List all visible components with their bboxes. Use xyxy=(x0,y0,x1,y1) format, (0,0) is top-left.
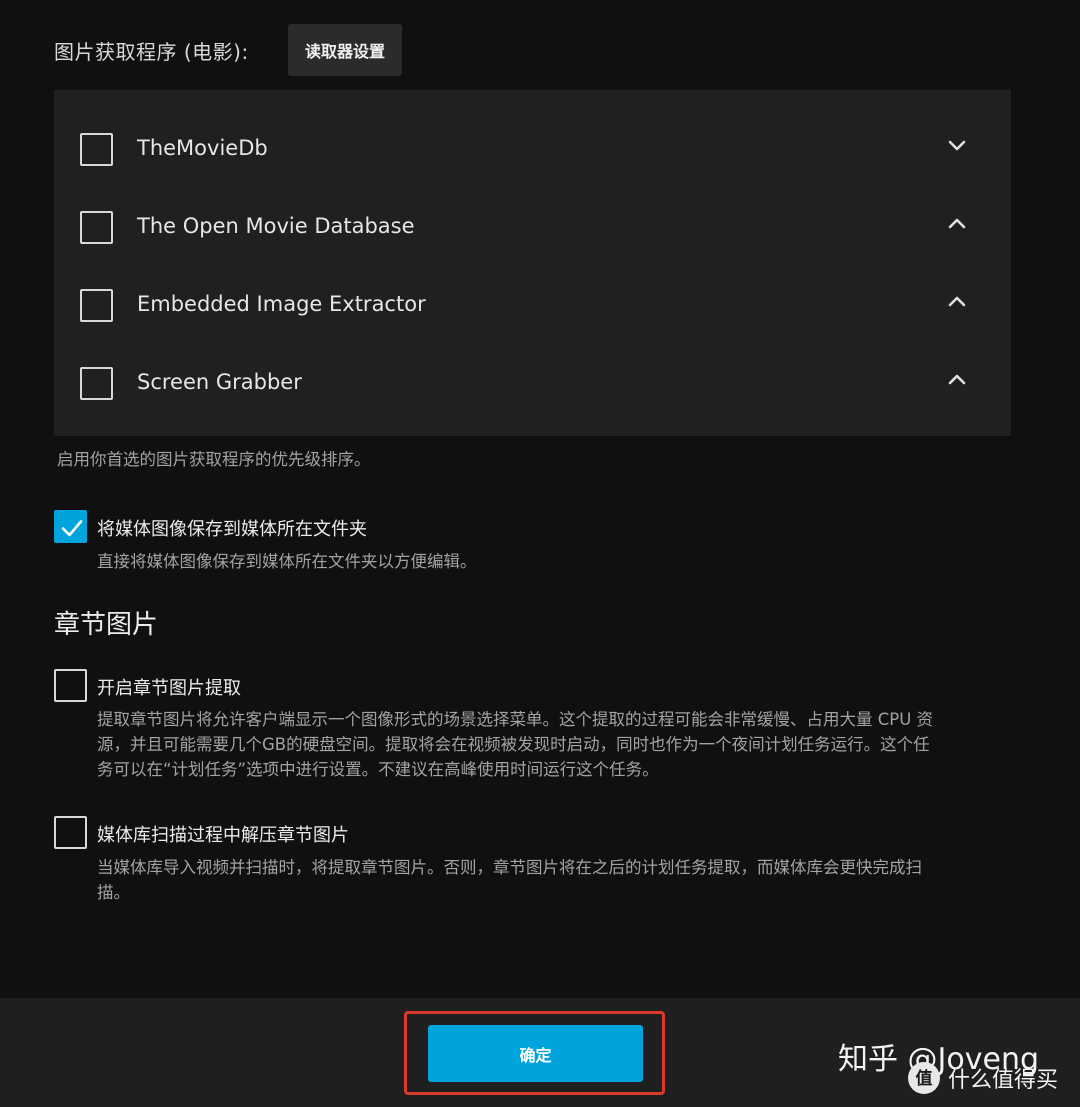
chapter-images-title: 章节图片 xyxy=(54,610,159,640)
chapter-scan-checkbox[interactable] xyxy=(54,816,87,849)
chapter-extract-label: 开启章节图片提取 xyxy=(97,678,241,699)
ok-button[interactable]: 确定 xyxy=(428,1025,643,1082)
save-local-description: 直接将媒体图像保存到媒体所在文件夹以方便编辑。 xyxy=(97,552,477,571)
image-fetchers-help: 启用你首选的图片获取程序的优先级排序。 xyxy=(57,450,371,469)
logo-char: 值 xyxy=(916,1068,933,1089)
fetcher-checkbox[interactable] xyxy=(80,133,113,166)
description-line: 源，并且可能需要几个GB的硬盘空间。提取将会在视频被发现时启动，同时也作为一个夜… xyxy=(97,735,930,754)
save-local-checkbox[interactable] xyxy=(54,510,87,543)
chapter-extract-description: 提取章节图片将允许客户端显示一个图像形式的场景选择菜单。这个提取的过程可能会非常… xyxy=(97,707,1015,782)
chevron-down-icon[interactable] xyxy=(944,133,970,159)
fetcher-name: The Open Movie Database xyxy=(137,214,415,238)
fetcher-checkbox[interactable] xyxy=(80,289,113,322)
chevron-up-icon[interactable] xyxy=(944,289,970,315)
description-line: 务可以在“计划任务”选项中进行设置。不建议在高峰使用时间运行这个任务。 xyxy=(97,760,659,779)
fetcher-item-themoviedb: TheMovieDb xyxy=(54,109,1011,187)
image-fetchers-header: 图片获取程序 (电影): 读取器设置 xyxy=(54,24,402,76)
description-line: 描。 xyxy=(97,883,130,902)
chapter-extract-checkbox[interactable] xyxy=(54,669,87,702)
fetcher-item-embedded-image-extractor: Embedded Image Extractor xyxy=(54,265,1011,343)
description-line: 提取章节图片将允许客户端显示一个图像形式的场景选择菜单。这个提取的过程可能会非常… xyxy=(97,710,934,729)
fetcher-item-screen-grabber: Screen Grabber xyxy=(54,343,1011,421)
chapter-scan-label: 媒体库扫描过程中解压章节图片 xyxy=(97,825,349,846)
fetcher-name: Embedded Image Extractor xyxy=(137,292,426,316)
image-fetchers-list: TheMovieDb The Open Movie Database Embed… xyxy=(54,90,1011,436)
fetcher-name: Screen Grabber xyxy=(137,370,302,394)
checkmark-icon xyxy=(61,520,83,537)
chapter-scan-description: 当媒体库导入视频并扫描时，将提取章节图片。否则，章节图片将在之后的计划任务提取，… xyxy=(97,855,1015,905)
smzdm-logo-icon: 值 xyxy=(908,1062,940,1094)
fetcher-checkbox[interactable] xyxy=(80,211,113,244)
watermark-sub: 值 什么值得买 xyxy=(908,1062,1058,1094)
chevron-up-icon[interactable] xyxy=(944,211,970,237)
save-local-label: 将媒体图像保存到媒体所在文件夹 xyxy=(97,519,367,540)
watermark-sub-text: 什么值得买 xyxy=(948,1068,1059,1093)
description-line: 当媒体库导入视频并扫描时，将提取章节图片。否则，章节图片将在之后的计划任务提取，… xyxy=(97,858,922,877)
fetcher-name: TheMovieDb xyxy=(137,136,268,160)
fetcher-settings-button[interactable]: 读取器设置 xyxy=(288,24,402,76)
image-fetchers-label: 图片获取程序 (电影): xyxy=(54,39,249,64)
fetcher-checkbox[interactable] xyxy=(80,367,113,400)
chevron-up-icon[interactable] xyxy=(944,367,970,393)
fetcher-item-omdb: The Open Movie Database xyxy=(54,187,1011,265)
